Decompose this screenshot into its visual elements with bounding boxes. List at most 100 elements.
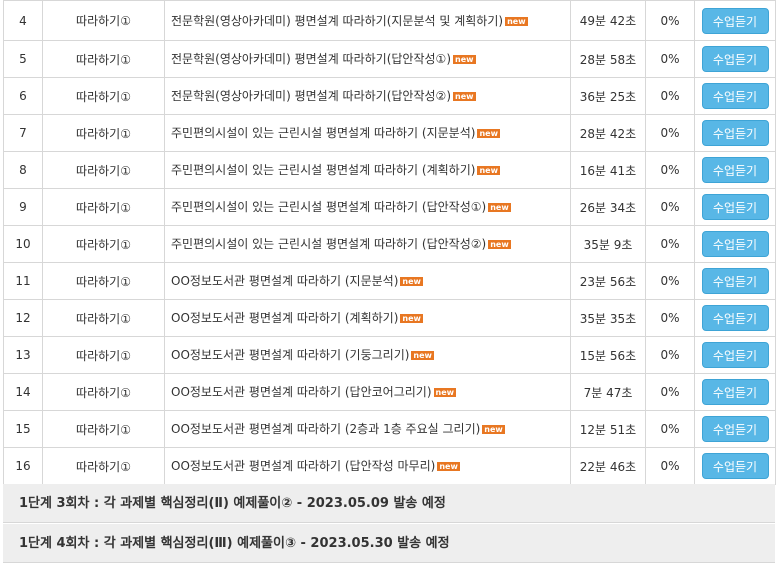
lecture-list-page: 4 따라하기① 전문학원(영상아카데미) 평면설계 따라하기(지문분석 및 계획하기… (0, 0, 778, 568)
lecture-progress: 0% (645, 77, 695, 115)
table-row: 8 따라하기① 주민편의시설이 있는 근린시설 평면설계 따라하기 (계획하기) ne… (3, 151, 776, 189)
row-number: 15 (3, 410, 43, 448)
lecture-action-cell: 수업듣기 (694, 262, 776, 300)
lecture-duration: 12분 51초 (570, 410, 646, 448)
attend-lecture-button[interactable]: 수업듣기 (701, 453, 769, 479)
table-row: 7 따라하기① 주민편의시설이 있는 근린시설 평면설계 따라하기 (지문분석) ne… (3, 114, 776, 152)
lecture-duration: 28분 58초 (570, 40, 646, 78)
new-badge: new (477, 166, 500, 175)
lecture-title-cell: OO정보도서관 평면설계 따라하기 (2층과 1층 주요실 그리기) new (164, 410, 571, 448)
lecture-duration: 49분 42초 (570, 0, 646, 41)
new-badge: new (453, 55, 476, 64)
lecture-type: 따라하기① (42, 299, 165, 337)
lecture-title-cell: 전문학원(영상아카데미) 평면설계 따라하기(답안작성②) new (164, 77, 571, 115)
lecture-title: OO정보도서관 평면설계 따라하기 (기둥그리기) (171, 348, 410, 362)
lecture-type: 따라하기① (42, 373, 165, 411)
lecture-progress: 0% (645, 262, 695, 300)
lecture-title: OO정보도서관 평면설계 따라하기 (지문분석) (171, 274, 399, 288)
new-badge: new (400, 314, 423, 323)
lecture-progress: 0% (645, 336, 695, 374)
table-row: 4 따라하기① 전문학원(영상아카데미) 평면설계 따라하기(지문분석 및 계획하기… (3, 0, 776, 41)
lecture-duration: 35분 9초 (570, 225, 646, 263)
row-number: 13 (3, 336, 43, 374)
lecture-title-cell: 주민편의시설이 있는 근린시설 평면설계 따라하기 (답안작성②) new (164, 225, 571, 263)
lecture-title-cell: 주민편의시설이 있는 근린시설 평면설계 따라하기 (계획하기) new (164, 151, 571, 189)
attend-lecture-button[interactable]: 수업듣기 (701, 46, 769, 72)
table-row: 9 따라하기① 주민편의시설이 있는 근린시설 평면설계 따라하기 (답안작성①) n… (3, 188, 776, 226)
lecture-duration: 26분 34초 (570, 188, 646, 226)
attend-lecture-button[interactable]: 수업듣기 (701, 120, 769, 146)
attend-lecture-button[interactable]: 수업듣기 (701, 231, 769, 257)
lecture-progress: 0% (645, 373, 695, 411)
lecture-progress: 0% (645, 225, 695, 263)
attend-lecture-button[interactable]: 수업듣기 (701, 194, 769, 220)
lecture-title-cell: 전문학원(영상아카데미) 평면설계 따라하기(답안작성①) new (164, 40, 571, 78)
lecture-title-cell: OO정보도서관 평면설계 따라하기 (답안코어그리기) new (164, 373, 571, 411)
attend-lecture-button[interactable]: 수업듣기 (701, 157, 769, 183)
stage-header-4[interactable]: 1단계 4회차 : 각 과제별 핵심정리(Ⅲ) 예제풀이③ - 2023.05.… (3, 524, 775, 563)
lecture-title: 전문학원(영상아카데미) 평면설계 따라하기(지문분석 및 계획하기) (171, 13, 504, 28)
lecture-title: OO정보도서관 평면설계 따라하기 (계획하기) (171, 311, 399, 325)
table-row: 6 따라하기① 전문학원(영상아카데미) 평면설계 따라하기(답안작성②) new 36… (3, 77, 776, 115)
row-number: 4 (3, 0, 43, 41)
lecture-progress: 0% (645, 114, 695, 152)
lecture-action-cell: 수업듣기 (694, 77, 776, 115)
lecture-title-cell: 전문학원(영상아카데미) 평면설계 따라하기(지문분석 및 계획하기) new (164, 0, 571, 41)
lecture-title: 전문학원(영상아카데미) 평면설계 따라하기(답안작성①) (171, 52, 451, 66)
lecture-type: 따라하기① (42, 447, 165, 485)
attend-lecture-button[interactable]: 수업듣기 (701, 416, 769, 442)
lecture-duration: 28분 42초 (570, 114, 646, 152)
new-badge: new (488, 203, 511, 212)
lecture-type: 따라하기① (42, 188, 165, 226)
table-row: 15 따라하기① OO정보도서관 평면설계 따라하기 (2층과 1층 주요실 그리기… (3, 410, 776, 448)
table-row: 11 따라하기① OO정보도서관 평면설계 따라하기 (지문분석) new 23분 56… (3, 262, 776, 300)
lecture-action-cell: 수업듣기 (694, 188, 776, 226)
attend-lecture-button[interactable]: 수업듣기 (701, 7, 769, 34)
attend-lecture-button[interactable]: 수업듣기 (701, 342, 769, 368)
lecture-title-cell: OO정보도서관 평면설계 따라하기 (기둥그리기) new (164, 336, 571, 374)
lecture-title: OO정보도서관 평면설계 따라하기 (답안작성 마무리) (171, 459, 436, 473)
table-row: 12 따라하기① OO정보도서관 평면설계 따라하기 (계획하기) new 35분 35… (3, 299, 776, 337)
lecture-duration: 22분 46초 (570, 447, 646, 485)
table-row: 16 따라하기① OO정보도서관 평면설계 따라하기 (답안작성 마무리) new 22… (3, 447, 776, 485)
lecture-title: 주민편의시설이 있는 근린시설 평면설계 따라하기 (답안작성②) (171, 237, 487, 251)
lecture-title-cell: OO정보도서관 평면설계 따라하기 (지문분석) new (164, 262, 571, 300)
lecture-progress: 0% (645, 447, 695, 485)
table-row: 13 따라하기① OO정보도서관 평면설계 따라하기 (기둥그리기) new 15분 5… (3, 336, 776, 374)
lecture-progress: 0% (645, 0, 695, 41)
lecture-action-cell: 수업듣기 (694, 336, 776, 374)
lecture-title: 전문학원(영상아카데미) 평면설계 따라하기(답안작성②) (171, 89, 451, 103)
lecture-title: 주민편의시설이 있는 근린시설 평면설계 따라하기 (계획하기) (171, 163, 476, 177)
attend-lecture-button[interactable]: 수업듣기 (701, 305, 769, 331)
new-badge: new (437, 462, 460, 471)
new-badge: new (400, 277, 423, 286)
row-number: 10 (3, 225, 43, 263)
lecture-action-cell: 수업듣기 (694, 40, 776, 78)
row-number: 16 (3, 447, 43, 485)
lecture-duration: 36분 25초 (570, 77, 646, 115)
attend-lecture-button[interactable]: 수업듣기 (701, 268, 769, 294)
lecture-table: 4 따라하기① 전문학원(영상아카데미) 평면설계 따라하기(지문분석 및 계획하기… (3, 0, 776, 485)
lecture-type: 따라하기① (42, 40, 165, 78)
row-number: 5 (3, 40, 43, 78)
new-badge: new (482, 425, 505, 434)
lecture-type: 따라하기① (42, 77, 165, 115)
lecture-title: OO정보도서관 평면설계 따라하기 (2층과 1층 주요실 그리기) (171, 422, 481, 436)
row-number: 11 (3, 262, 43, 300)
attend-lecture-button[interactable]: 수업듣기 (701, 83, 769, 109)
lecture-action-cell: 수업듣기 (694, 114, 776, 152)
lecture-action-cell: 수업듣기 (694, 373, 776, 411)
new-badge: new (505, 16, 528, 26)
new-badge: new (411, 351, 434, 360)
lecture-action-cell: 수업듣기 (694, 410, 776, 448)
table-row: 5 따라하기① 전문학원(영상아카데미) 평면설계 따라하기(답안작성①) new 28… (3, 40, 776, 78)
lecture-duration: 15분 56초 (570, 336, 646, 374)
lecture-type: 따라하기① (42, 0, 165, 41)
stage-header-3[interactable]: 1단계 3회차 : 각 과제별 핵심정리(Ⅱ) 예제풀이② - 2023.05.… (3, 484, 775, 523)
lecture-title: OO정보도서관 평면설계 따라하기 (답안코어그리기) (171, 385, 432, 399)
attend-lecture-button[interactable]: 수업듣기 (701, 379, 769, 405)
lecture-type: 따라하기① (42, 262, 165, 300)
lecture-type: 따라하기① (42, 225, 165, 263)
lecture-action-cell: 수업듣기 (694, 0, 776, 41)
lecture-action-cell: 수업듣기 (694, 151, 776, 189)
